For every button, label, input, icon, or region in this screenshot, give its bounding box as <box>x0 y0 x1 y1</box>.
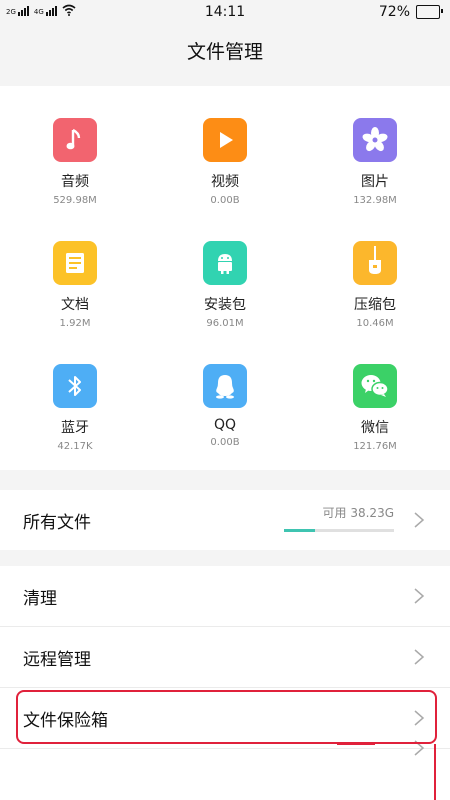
chevron-right-icon <box>414 710 425 726</box>
menu-item-label: 远程管理 <box>23 649 91 670</box>
document-icon <box>53 241 97 285</box>
category-size: 121.76M <box>353 441 397 452</box>
zip-icon <box>353 241 397 285</box>
category-size: 96.01M <box>206 318 244 329</box>
page-title: 文件管理 <box>186 40 263 63</box>
play-icon <box>203 118 247 162</box>
menu-item-partial[interactable] <box>0 740 450 800</box>
category-size: 0.00B <box>210 195 240 206</box>
qq-icon <box>203 364 247 408</box>
category-bluetooth[interactable]: 蓝牙 42.17K <box>0 364 150 452</box>
all-files-label: 所有文件 <box>23 512 91 533</box>
storage-available: 可用 38.23G <box>322 506 394 520</box>
battery-icon <box>416 5 443 19</box>
highlight-annotation-line <box>434 744 436 800</box>
bluetooth-icon <box>53 364 97 408</box>
status-bar: 2G 4G 14:11 72% <box>0 0 450 24</box>
category-documents[interactable]: 文档 1.92M <box>0 241 150 329</box>
category-label: 蓝牙 <box>61 420 89 436</box>
category-images[interactable]: 图片 132.98M <box>300 118 450 206</box>
category-label: 安装包 <box>204 297 246 313</box>
category-label: 压缩包 <box>354 297 396 313</box>
chevron-right-icon <box>414 512 425 528</box>
category-archives[interactable]: 压缩包 10.46M <box>300 241 450 329</box>
category-label: 微信 <box>361 420 389 436</box>
category-size: 0.00B <box>210 437 240 448</box>
chevron-right-icon <box>414 588 425 604</box>
category-label: 文档 <box>61 297 89 313</box>
chevron-right-icon <box>414 649 425 665</box>
category-video[interactable]: 视频 0.00B <box>150 118 300 206</box>
wechat-icon <box>353 364 397 408</box>
category-size: 132.98M <box>353 195 397 206</box>
category-label: 视频 <box>211 174 239 190</box>
category-label: QQ <box>213 417 237 433</box>
highlight-annotation-line <box>337 743 375 745</box>
category-qq[interactable]: QQ 0.00B <box>150 364 300 448</box>
battery-percent: 72% <box>378 4 410 20</box>
menu-item-label: 清理 <box>23 588 57 609</box>
menu-item-clean[interactable]: 清理 <box>0 566 450 626</box>
category-size: 42.17K <box>57 441 93 452</box>
category-size: 1.92M <box>59 318 91 329</box>
category-grid: 音频 529.98M 视频 0.00B 图片 132.98M 文档 1.92M … <box>0 86 450 470</box>
category-label: 图片 <box>361 174 389 190</box>
category-label: 音频 <box>61 174 89 190</box>
menu-item-remote[interactable]: 远程管理 <box>0 627 450 687</box>
category-size: 529.98M <box>53 195 97 206</box>
all-files-row[interactable]: 所有文件 可用 38.23G <box>0 490 450 550</box>
storage-indicator: 可用 38.23G <box>284 504 394 532</box>
storage-progress-bar <box>284 529 394 532</box>
category-apk[interactable]: 安装包 96.01M <box>150 241 300 329</box>
category-audio[interactable]: 音频 529.98M <box>0 118 150 206</box>
menu-item-vault[interactable]: 文件保险箱 <box>0 688 450 748</box>
flower-icon <box>353 118 397 162</box>
category-size: 10.46M <box>356 318 394 329</box>
category-wechat[interactable]: 微信 121.76M <box>300 364 450 452</box>
music-note-icon <box>53 118 97 162</box>
menu-item-label: 文件保险箱 <box>23 710 108 731</box>
chevron-right-icon <box>414 740 425 756</box>
battery-group: 72% <box>378 4 443 20</box>
android-icon <box>203 241 247 285</box>
